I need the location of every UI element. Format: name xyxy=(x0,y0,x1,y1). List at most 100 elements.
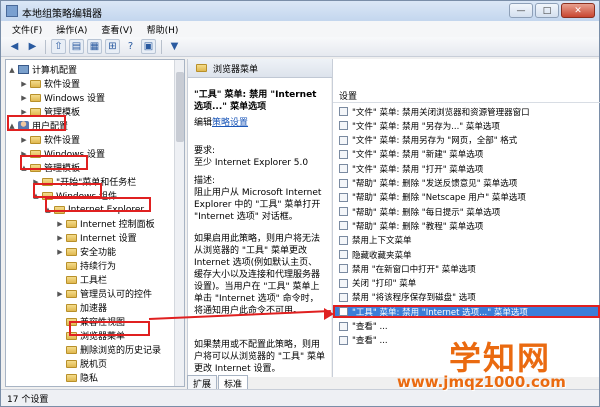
description-pane: 浏览器菜单 "工具" 菜单: 禁用 "Internet 选项..." 菜单选项 … xyxy=(187,59,332,377)
back-icon[interactable]: ◀ xyxy=(7,39,22,54)
tree-node-label: 加速器 xyxy=(80,304,108,314)
tree-node-label: 隐私 xyxy=(80,374,99,384)
folder-icon xyxy=(66,261,77,270)
window-title: 本地组策略编辑器 xyxy=(22,9,102,20)
up-folder-icon[interactable]: ⇧ xyxy=(51,39,66,54)
setting-row[interactable]: "文件" 菜单: 禁用 "打开" 菜单选项 xyxy=(333,162,600,175)
status-text: 17 个设置 xyxy=(7,394,49,405)
settings-column-header[interactable]: 设置 xyxy=(333,88,600,103)
settings-list-pane: 设置 "文件" 菜单: 禁用关闭浏览器和资源管理器窗口 "文件" 菜单: 禁用 "… xyxy=(332,59,600,377)
description-caption: 浏览器菜单 xyxy=(188,59,332,78)
expand-icon[interactable]: ▶ xyxy=(56,234,64,242)
expand-icon[interactable]: ▶ xyxy=(20,80,28,88)
close-button[interactable]: ✕ xyxy=(561,3,595,18)
policy-title: "工具" 菜单: 禁用 "Internet 选项..." 菜单选项 xyxy=(194,90,317,112)
folder-icon xyxy=(66,247,77,256)
setting-row[interactable]: 禁用上下文菜单 xyxy=(333,234,600,247)
setting-row[interactable]: 禁用 "在新窗口中打开" 菜单选项 xyxy=(333,262,600,275)
setting-row[interactable]: "文件" 菜单: 禁用 "另存为..." 菜单选项 xyxy=(333,119,600,132)
export-list-icon[interactable]: ⊞ xyxy=(105,39,120,54)
tree-node[interactable]: 持续行为 xyxy=(56,259,116,272)
show-tree-icon[interactable]: ▤ xyxy=(69,39,84,54)
tree-node-label: 软件设置 xyxy=(44,136,81,146)
scrollbar-thumb[interactable] xyxy=(176,72,184,142)
policy-icon xyxy=(339,164,348,174)
tree-node[interactable]: ▶ Internet 控制面板 xyxy=(56,217,155,230)
highlight-windows-components xyxy=(33,183,102,198)
expand-icon[interactable]: ▶ xyxy=(56,248,64,256)
setting-row[interactable]: 关闭 "打印" 菜单 xyxy=(333,277,600,290)
description-label: 描述: xyxy=(194,176,216,186)
tree-node[interactable]: 加速器 xyxy=(56,301,107,314)
requirements-text: 至少 Internet Explorer 5.0 xyxy=(194,158,309,168)
maximize-button[interactable]: □ xyxy=(535,3,559,18)
expand-icon[interactable]: ▶ xyxy=(20,94,28,102)
expand-icon[interactable]: ▶ xyxy=(56,220,64,228)
help-icon[interactable]: ? xyxy=(123,39,138,54)
folder-icon xyxy=(66,219,77,228)
tree-node-label: Internet 设置 xyxy=(80,234,137,244)
tree-node-label: Windows 设置 xyxy=(44,94,106,104)
folder-icon xyxy=(30,79,41,88)
minimize-button[interactable]: — xyxy=(509,3,533,18)
menu-help[interactable]: 帮助(H) xyxy=(140,21,186,37)
setting-label: "帮助" 菜单: 删除 "发送反馈意见" 菜单选项 xyxy=(352,179,518,189)
menu-view[interactable]: 查看(V) xyxy=(94,21,139,37)
computer-icon xyxy=(18,65,29,74)
menu-bar: 文件(F) 操作(A) 查看(V) 帮助(H) xyxy=(1,21,599,37)
setting-row[interactable]: "帮助" 菜单: 删除 "Netscape 用户" 菜单选项 xyxy=(333,191,600,204)
tree-node[interactable]: ▶ Windows 设置 xyxy=(20,91,105,104)
help-pane-icon[interactable]: ▣ xyxy=(141,39,156,54)
expand-icon[interactable]: ▲ xyxy=(8,66,16,74)
tree-node[interactable]: ▶ 软件设置 xyxy=(20,133,80,146)
tree-node[interactable]: 脱机页 xyxy=(56,357,107,370)
tree-node-label: 脱机页 xyxy=(80,360,108,370)
properties-icon[interactable]: ▦ xyxy=(87,39,102,54)
tree-pane: ▲ 计算机配置 ▶ 软件设置 ▶ Windows 设置 ▶ 管理模板 ▲ 用户配置 ▶ 软件设置 ▶ Wi… xyxy=(5,59,185,387)
tree-node[interactable]: ▲ 计算机配置 xyxy=(8,63,77,76)
policy-icon xyxy=(339,149,348,159)
setting-row[interactable]: "帮助" 菜单: 删除 "发送反馈意见" 菜单选项 xyxy=(333,177,600,190)
setting-row[interactable]: 隐藏收藏夹菜单 xyxy=(333,248,600,261)
policy-icon xyxy=(339,278,348,288)
forward-icon[interactable]: ▶ xyxy=(25,39,40,54)
tree-node[interactable]: ▶ Internet 设置 xyxy=(56,231,137,244)
description-para-3: 如果禁用或不配置此策略，则用户将可以从浏览器的 "工具" 菜单更改 Intern… xyxy=(194,340,326,374)
setting-row[interactable]: "帮助" 菜单: 删除 "教程" 菜单选项 xyxy=(333,219,600,232)
toolbar-divider xyxy=(161,39,162,54)
tree-node[interactable]: ▶ 安全功能 xyxy=(56,245,116,258)
setting-row[interactable]: "查看" ... xyxy=(333,320,600,333)
menu-file[interactable]: 文件(F) xyxy=(5,21,49,37)
tree-node[interactable]: 工具栏 xyxy=(56,273,107,286)
folder-icon xyxy=(66,233,77,242)
tree-node[interactable]: ▶ 软件设置 xyxy=(20,77,80,90)
setting-label: "文件" 菜单: 禁用 "新建" 菜单选项 xyxy=(352,150,484,161)
tree-scrollbar[interactable] xyxy=(174,60,184,386)
setting-label: "查看" ... xyxy=(352,336,388,347)
edit-policy-link-row: 编辑策略设置 xyxy=(194,117,248,129)
setting-row[interactable]: "工具" 菜单: 禁用 "Internet 选项..." 菜单选项 xyxy=(333,305,600,319)
tree-node[interactable]: 删除浏览的历史记录 xyxy=(56,343,161,356)
expand-icon[interactable]: ▶ xyxy=(56,290,64,298)
setting-row[interactable]: "文件" 菜单: 禁用另存为 "网页，全部" 格式 xyxy=(333,134,600,147)
folder-icon xyxy=(66,275,77,284)
edit-policy-link[interactable]: 策略设置 xyxy=(212,118,248,128)
tree-node-label: 安全功能 xyxy=(80,248,117,258)
setting-label: 禁用 "将该程序保存到磁盘" 选项 xyxy=(352,293,476,304)
tree-node[interactable]: 隐私 xyxy=(56,371,98,384)
setting-row[interactable]: "文件" 菜单: 禁用关闭浏览器和资源管理器窗口 xyxy=(333,105,600,118)
toolbar: ◀ ▶ ⇧ ▤ ▦ ⊞ ? ▣ ▼ xyxy=(1,37,599,57)
tree-node-label: 计算机配置 xyxy=(32,66,78,76)
setting-row[interactable]: "文件" 菜单: 禁用 "新建" 菜单选项 xyxy=(333,148,600,161)
menu-action[interactable]: 操作(A) xyxy=(49,21,94,37)
watermark-url: www.jmqz1000.com xyxy=(397,373,566,391)
setting-row[interactable]: "帮助" 菜单: 删除 "每日提示" 菜单选项 xyxy=(333,205,600,218)
filter-icon[interactable]: ▼ xyxy=(167,39,182,54)
app-window: 本地组策略编辑器 — □ ✕ 文件(F) 操作(A) 查看(V) 帮助(H) ◀… xyxy=(0,0,600,407)
policy-icon xyxy=(339,107,348,116)
folder-icon xyxy=(196,64,207,72)
tree-node-label: 管理员认可的控件 xyxy=(80,290,153,300)
expand-icon[interactable]: ▶ xyxy=(20,136,28,144)
setting-row[interactable]: 禁用 "将该程序保存到磁盘" 选项 xyxy=(333,291,600,304)
tree-node[interactable]: ▶ 管理员认可的控件 xyxy=(56,287,152,300)
